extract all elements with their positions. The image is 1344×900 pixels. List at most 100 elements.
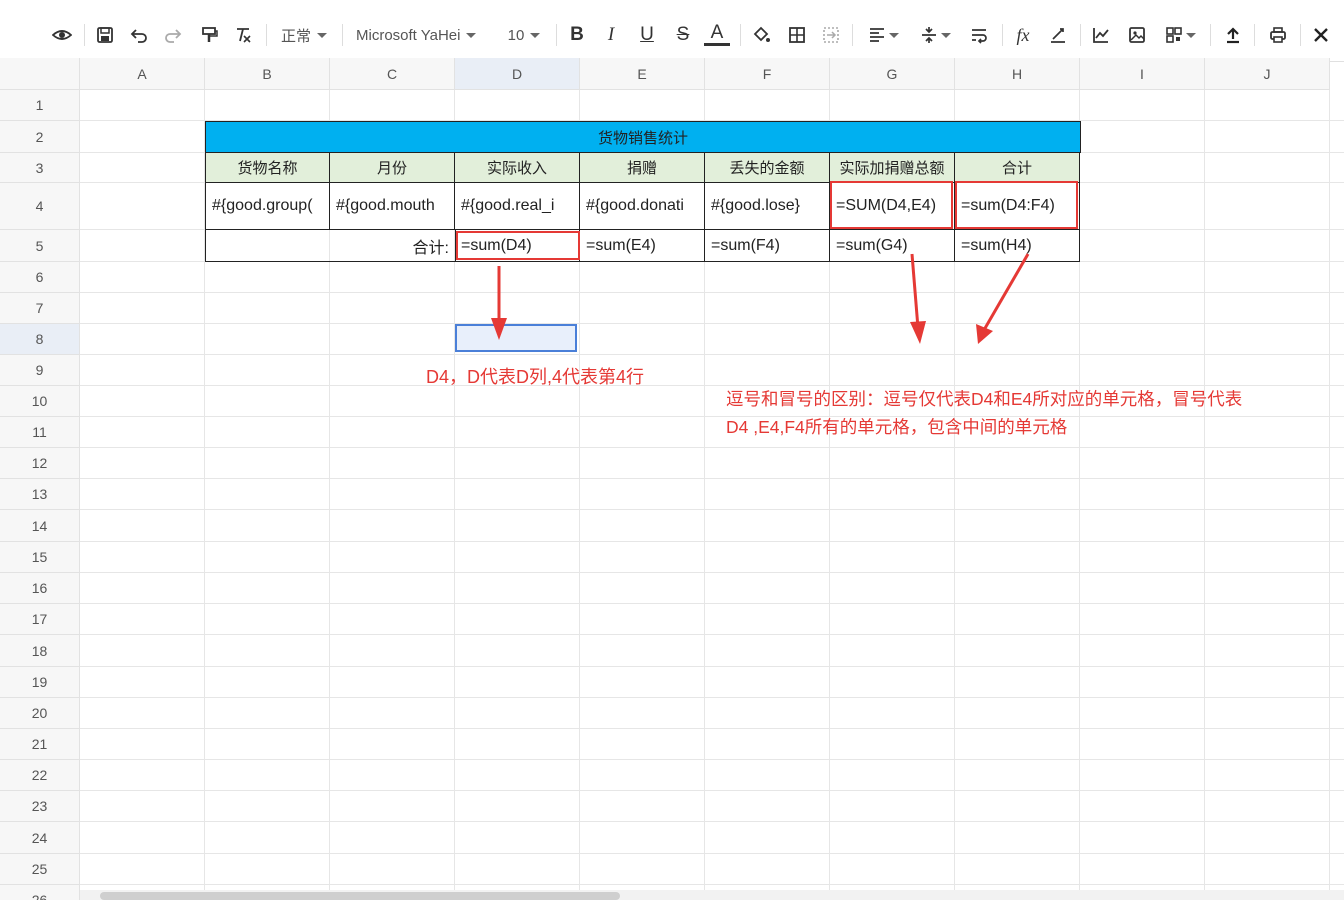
column-header[interactable]: D: [455, 58, 580, 90]
preview-eye-icon[interactable]: [48, 22, 76, 48]
image-icon[interactable]: [1124, 22, 1150, 48]
table-cell[interactable]: #{good.mouth: [330, 183, 455, 230]
horizontal-align-dropdown[interactable]: [862, 22, 904, 48]
table-cell[interactable]: #{good.group(: [205, 183, 330, 230]
row-header[interactable]: 12: [0, 448, 80, 479]
save-icon[interactable]: [92, 22, 118, 48]
row-header[interactable]: 19: [0, 667, 80, 698]
column-header[interactable]: B: [205, 58, 330, 90]
toolbar-separator: [1254, 24, 1255, 46]
table-cell[interactable]: #{good.lose}: [705, 183, 830, 230]
horizontal-scrollbar-thumb[interactable]: [100, 892, 620, 900]
row-header[interactable]: 25: [0, 854, 80, 885]
fill-color-icon[interactable]: [748, 22, 774, 48]
clear-format-icon[interactable]: [230, 22, 256, 48]
redo-icon[interactable]: [160, 22, 186, 48]
row-header[interactable]: 7: [0, 293, 80, 324]
row-header[interactable]: 3: [0, 153, 80, 183]
total-label-cell[interactable]: 合计:: [205, 230, 456, 262]
total-formula-cell[interactable]: =sum(F4): [705, 230, 830, 262]
format-painter-icon[interactable]: [196, 22, 222, 48]
merge-cells-icon[interactable]: [818, 22, 844, 48]
row-header[interactable]: 10: [0, 386, 80, 417]
function-fx-icon[interactable]: fx: [1010, 22, 1036, 48]
vertical-align-dropdown[interactable]: [914, 22, 956, 48]
selected-cell-d8[interactable]: [455, 324, 577, 352]
row-header[interactable]: 20: [0, 698, 80, 729]
row-header[interactable]: 5: [0, 230, 80, 262]
table-header-cell[interactable]: 合计: [955, 153, 1080, 183]
print-icon[interactable]: [1264, 22, 1292, 48]
toolbar-separator: [1300, 24, 1301, 46]
gridline: [80, 634, 1344, 635]
highlight-box-d5: [456, 231, 580, 260]
row-header[interactable]: 9: [0, 355, 80, 386]
column-header[interactable]: C: [330, 58, 455, 90]
row-header[interactable]: 22: [0, 760, 80, 791]
row-header[interactable]: 6: [0, 262, 80, 293]
qrcode-dropdown[interactable]: [1158, 22, 1202, 48]
table-header-cell[interactable]: 月份: [330, 153, 455, 183]
table-cell[interactable]: #{good.donati: [580, 183, 705, 230]
row-header[interactable]: 4: [0, 183, 80, 230]
gridline: [80, 354, 1344, 355]
underline-icon[interactable]: U: [634, 22, 660, 48]
row-header[interactable]: 23: [0, 791, 80, 822]
column-header[interactable]: J: [1205, 58, 1330, 90]
toolbar: 正常 Microsoft YaHei 10 B I U S A fx: [0, 0, 1344, 62]
chart-icon[interactable]: [1088, 22, 1114, 48]
italic-icon[interactable]: I: [598, 22, 624, 48]
gridline: [80, 759, 1344, 760]
row-header[interactable]: 17: [0, 604, 80, 635]
row-header[interactable]: 24: [0, 822, 80, 854]
row-header[interactable]: 26: [0, 885, 80, 900]
undo-icon[interactable]: [126, 22, 152, 48]
column-header[interactable]: H: [955, 58, 1080, 90]
data-validation-icon[interactable]: [1044, 22, 1072, 48]
tools-icon[interactable]: [1308, 22, 1334, 48]
row-header[interactable]: 21: [0, 729, 80, 760]
select-all-corner[interactable]: [0, 58, 80, 90]
row-header[interactable]: 8: [0, 324, 80, 355]
column-header[interactable]: A: [80, 58, 205, 90]
table-header-cell[interactable]: 实际收入: [455, 153, 580, 183]
annotation-comma-colon-line2: D4 ,E4,F4所有的单元格，包含中间的单元格: [726, 417, 1068, 437]
total-formula-cell[interactable]: =sum(H4): [955, 230, 1080, 262]
row-header[interactable]: 18: [0, 635, 80, 667]
row-header[interactable]: 1: [0, 90, 80, 121]
table-cell[interactable]: #{good.real_i: [455, 183, 580, 230]
row-header[interactable]: 2: [0, 121, 80, 153]
column-header[interactable]: G: [830, 58, 955, 90]
font-family-dropdown[interactable]: Microsoft YaHei: [350, 22, 496, 48]
total-formula-cell[interactable]: =sum(G4): [830, 230, 955, 262]
column-header[interactable]: F: [705, 58, 830, 90]
table-title-cell[interactable]: 货物销售统计: [205, 121, 1081, 153]
table-header-cell[interactable]: 丢失的金额: [705, 153, 830, 183]
total-formula-cell[interactable]: =sum(E4): [580, 230, 705, 262]
row-header[interactable]: 15: [0, 542, 80, 573]
borders-icon[interactable]: [784, 22, 810, 48]
table-header-cell[interactable]: 货物名称: [205, 153, 330, 183]
font-color-icon[interactable]: A: [704, 22, 730, 46]
gridline: [80, 666, 1344, 667]
toolbar-separator: [342, 24, 343, 46]
row-header[interactable]: 11: [0, 417, 80, 448]
bold-icon[interactable]: B: [564, 22, 590, 48]
row-header[interactable]: 13: [0, 479, 80, 510]
table-header-cell[interactable]: 捐赠: [580, 153, 705, 183]
row-header[interactable]: 14: [0, 510, 80, 542]
upload-icon[interactable]: [1220, 22, 1246, 48]
strikethrough-icon[interactable]: S: [670, 22, 696, 48]
column-header[interactable]: E: [580, 58, 705, 90]
font-family-label: Microsoft YaHei: [356, 26, 461, 44]
row-header[interactable]: 16: [0, 573, 80, 604]
horizontal-scrollbar[interactable]: [80, 890, 1344, 900]
column-header[interactable]: I: [1080, 58, 1205, 90]
style-dropdown[interactable]: 正常: [274, 22, 334, 48]
text-wrap-icon[interactable]: [966, 22, 992, 48]
chevron-down-icon: [941, 32, 951, 38]
toolbar-separator: [852, 24, 853, 46]
font-size-dropdown[interactable]: 10: [500, 22, 548, 48]
table-header-cell[interactable]: 实际加捐赠总额: [830, 153, 955, 183]
spreadsheet-grid[interactable]: ABCDEFGHIJ 1 2 3 4 5 6 7 8 9 10 11 12 13 14 15 16 17 18 19…: [0, 58, 1344, 900]
